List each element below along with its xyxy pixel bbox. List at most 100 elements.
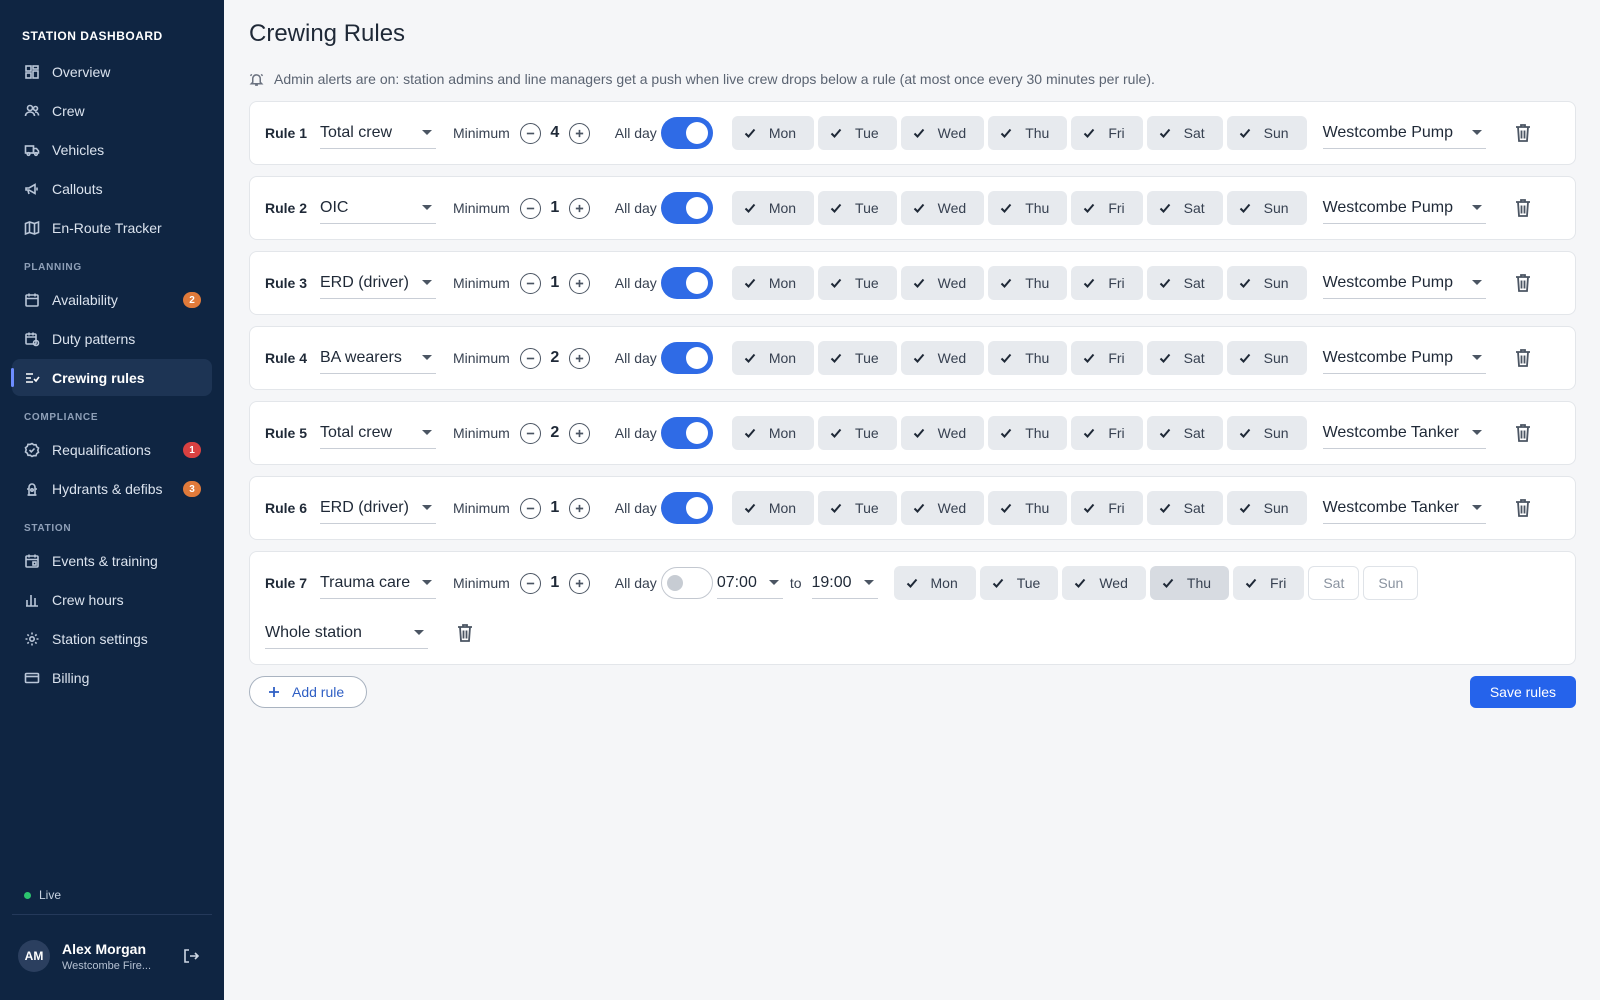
day-chip-sat[interactable]: Sat (1146, 116, 1223, 150)
day-chip-tue[interactable]: Tue (818, 191, 897, 225)
sidebar-item-overview[interactable]: Overview (12, 53, 212, 90)
decrement-icon[interactable] (519, 497, 541, 519)
day-chip-wed[interactable]: Wed (900, 491, 985, 525)
add-rule-button[interactable]: Add rule (249, 676, 368, 708)
save-rules-button[interactable]: Save rules (1469, 676, 1576, 708)
station-select[interactable]: Whole station (265, 617, 428, 649)
trash-icon[interactable] (1512, 497, 1534, 519)
increment-icon[interactable] (568, 197, 590, 219)
day-chip-sun[interactable]: Sun (1226, 491, 1307, 525)
day-chip-wed[interactable]: Wed (900, 116, 985, 150)
sidebar-item-hydrants-defibs[interactable]: Hydrants & defibs 3 (12, 470, 212, 507)
station-select[interactable]: Westcombe Tanker (1322, 492, 1486, 524)
day-chip-sun[interactable]: Sun (1363, 566, 1419, 600)
day-chip-sun[interactable]: Sun (1226, 191, 1307, 225)
day-chip-fri[interactable]: Fri (1233, 566, 1305, 600)
day-chip-tue[interactable]: Tue (818, 266, 897, 300)
trash-icon[interactable] (1512, 422, 1534, 444)
increment-icon[interactable] (568, 122, 590, 144)
day-chip-mon[interactable]: Mon (731, 341, 815, 375)
day-chip-tue[interactable]: Tue (818, 491, 897, 525)
day-chip-tue[interactable]: Tue (818, 416, 897, 450)
day-chip-sat[interactable]: Sat (1146, 341, 1223, 375)
day-chip-thu[interactable]: Thu (988, 191, 1068, 225)
day-chip-thu[interactable]: Thu (988, 491, 1068, 525)
sidebar-item-station-settings[interactable]: Station settings (12, 620, 212, 657)
sidebar-item-duty-patterns[interactable]: Duty patterns (12, 320, 212, 357)
sidebar-item-vehicles[interactable]: Vehicles (12, 131, 212, 168)
day-chip-sat[interactable]: Sat (1146, 266, 1223, 300)
trash-icon[interactable] (1512, 197, 1534, 219)
decrement-icon[interactable] (519, 272, 541, 294)
increment-icon[interactable] (568, 272, 590, 294)
day-chip-sat[interactable]: Sat (1146, 416, 1223, 450)
increment-icon[interactable] (568, 497, 590, 519)
role-select[interactable]: ERD (driver) (320, 267, 436, 299)
day-chip-sat[interactable]: Sat (1146, 491, 1223, 525)
day-chip-tue[interactable]: Tue (818, 116, 897, 150)
sidebar-item-availability[interactable]: Availability 2 (12, 281, 212, 318)
day-chip-sun[interactable]: Sun (1226, 116, 1307, 150)
day-chip-thu[interactable]: Thu (988, 266, 1068, 300)
trash-icon[interactable] (1512, 122, 1534, 144)
day-chip-sat[interactable]: Sat (1146, 191, 1223, 225)
sidebar-item-events-training[interactable]: Events & training (12, 542, 212, 579)
increment-icon[interactable] (568, 572, 590, 594)
day-chip-wed[interactable]: Wed (900, 191, 985, 225)
day-chip-wed[interactable]: Wed (900, 416, 985, 450)
end-time-select[interactable]: 19:00 (811, 567, 878, 599)
day-chip-wed[interactable]: Wed (1062, 566, 1146, 600)
day-chip-fri[interactable]: Fri (1071, 266, 1143, 300)
allday-toggle[interactable] (660, 192, 713, 224)
logout-icon[interactable] (182, 947, 200, 965)
decrement-icon[interactable] (519, 347, 541, 369)
allday-toggle[interactable] (660, 342, 713, 374)
sidebar-item-callouts[interactable]: Callouts (12, 170, 212, 207)
allday-toggle[interactable] (660, 117, 713, 149)
day-chip-fri[interactable]: Fri (1071, 416, 1143, 450)
day-chip-mon[interactable]: Mon (893, 566, 976, 600)
sidebar-item-crew-hours[interactable]: Crew hours (12, 581, 212, 618)
role-select[interactable]: Trauma care (320, 567, 436, 599)
allday-toggle[interactable] (660, 492, 713, 524)
day-chip-sun[interactable]: Sun (1226, 341, 1307, 375)
day-chip-fri[interactable]: Fri (1071, 191, 1143, 225)
day-chip-fri[interactable]: Fri (1071, 491, 1143, 525)
day-chip-sun[interactable]: Sun (1226, 416, 1307, 450)
decrement-icon[interactable] (519, 197, 541, 219)
station-select[interactable]: Westcombe Pump (1322, 192, 1486, 224)
role-select[interactable]: ERD (driver) (320, 492, 436, 524)
trash-icon[interactable] (1512, 347, 1534, 369)
day-chip-thu[interactable]: Thu (988, 341, 1068, 375)
allday-toggle[interactable] (660, 417, 713, 449)
day-chip-mon[interactable]: Mon (731, 191, 815, 225)
station-select[interactable]: Westcombe Pump (1322, 267, 1486, 299)
decrement-icon[interactable] (519, 572, 541, 594)
day-chip-sun[interactable]: Sun (1226, 266, 1307, 300)
start-time-select[interactable]: 07:00 (716, 567, 783, 599)
day-chip-thu[interactable]: Thu (988, 416, 1068, 450)
day-chip-mon[interactable]: Mon (731, 416, 815, 450)
station-select[interactable]: Westcombe Pump (1322, 342, 1486, 374)
day-chip-wed[interactable]: Wed (900, 266, 985, 300)
role-select[interactable]: BA wearers (320, 342, 436, 374)
allday-toggle[interactable] (660, 267, 713, 299)
day-chip-mon[interactable]: Mon (731, 116, 815, 150)
sidebar-item-crewing-rules[interactable]: Crewing rules (11, 359, 212, 396)
day-chip-tue[interactable]: Tue (818, 341, 897, 375)
increment-icon[interactable] (568, 422, 590, 444)
role-select[interactable]: Total crew (320, 417, 436, 449)
station-select[interactable]: Westcombe Pump (1322, 117, 1486, 149)
day-chip-fri[interactable]: Fri (1071, 116, 1143, 150)
role-select[interactable]: OIC (320, 192, 436, 224)
day-chip-sat[interactable]: Sat (1308, 566, 1360, 600)
day-chip-mon[interactable]: Mon (731, 266, 815, 300)
day-chip-fri[interactable]: Fri (1071, 341, 1143, 375)
sidebar-item-en-route-tracker[interactable]: En-Route Tracker (12, 209, 212, 246)
day-chip-thu[interactable]: Thu (1149, 566, 1230, 600)
day-chip-thu[interactable]: Thu (988, 116, 1068, 150)
sidebar-item-billing[interactable]: Billing (12, 659, 212, 696)
day-chip-wed[interactable]: Wed (900, 341, 985, 375)
role-select[interactable]: Total crew (320, 117, 436, 149)
sidebar-item-requalifications[interactable]: Requalifications 1 (12, 431, 212, 468)
